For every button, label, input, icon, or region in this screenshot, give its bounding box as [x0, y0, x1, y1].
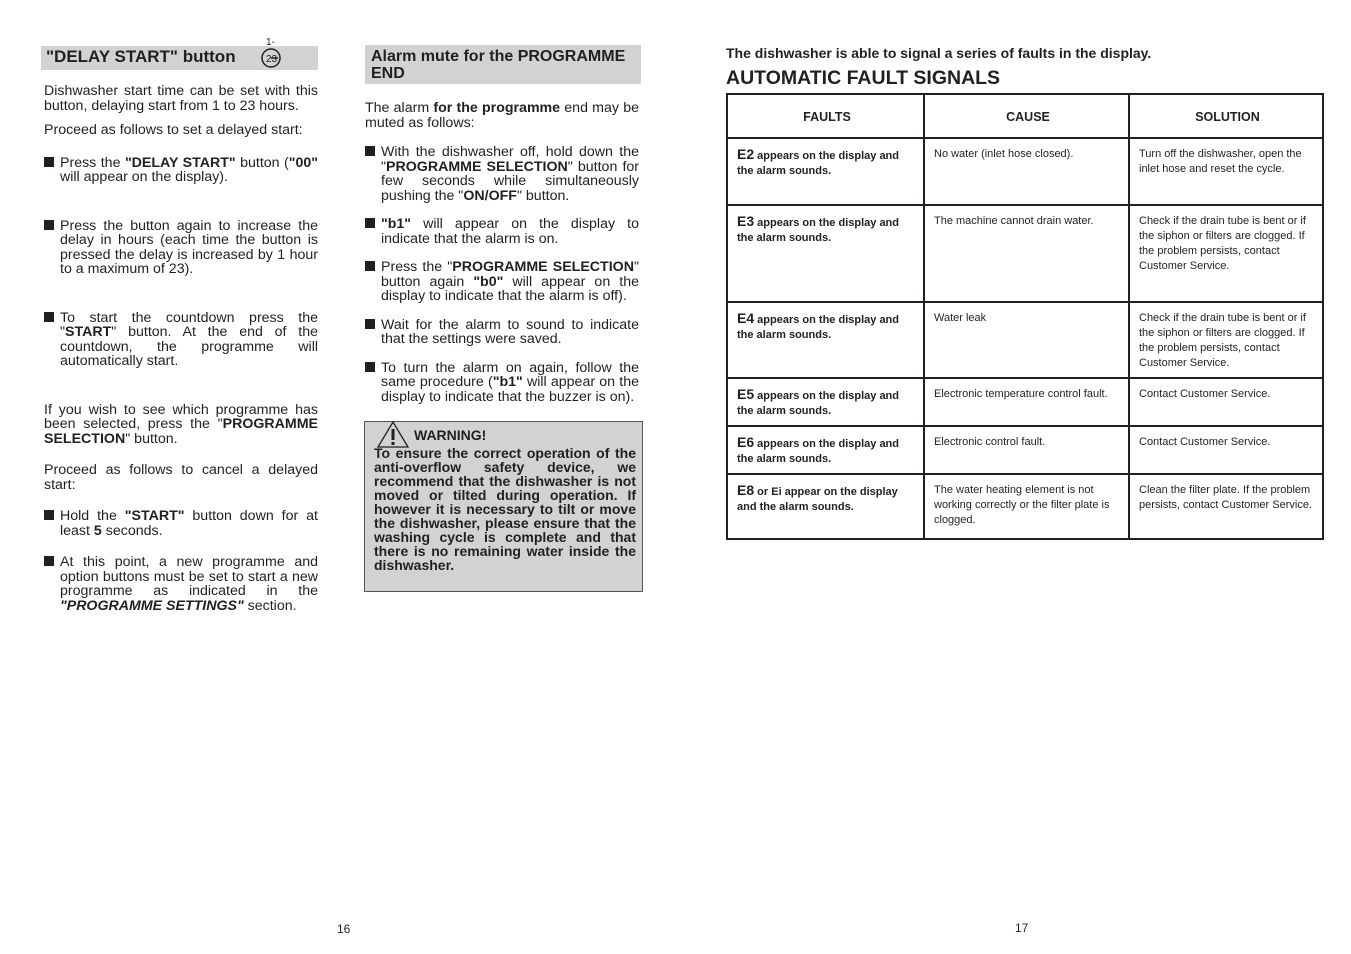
warning-text: To ensure the correct operation of the a… [374, 445, 636, 573]
bullet-paragraph: Press the button again to increase the d… [44, 217, 318, 277]
left-column: Dishwasher start time can be set with th… [44, 84, 318, 630]
manual-spread: "DELAY START" button 1-23 Dishwasher sta… [0, 0, 1351, 954]
clock-icon: 1-23 [260, 34, 284, 68]
fault-row: E8 or Ei appear on the display and the a… [726, 473, 1324, 540]
bullet-square-icon [44, 311, 54, 322]
text-run: Proceed as follows to set a delayed star… [44, 122, 303, 138]
text-run: 5 [93, 522, 102, 539]
fault-code: E3 [737, 213, 755, 229]
text-run: will appear on the display). [60, 169, 228, 185]
fault-cell: E5 appears on the display and the alarm … [726, 377, 925, 427]
bullet-square-icon [365, 361, 375, 372]
heading-text: "DELAY START" button [46, 47, 236, 66]
bullet-square-icon [365, 218, 375, 228]
text-run: section. [243, 597, 297, 614]
bullet-square-icon [44, 219, 54, 230]
solution-cell: Turn off the dishwasher, open the inlet … [1128, 137, 1324, 206]
cause-cell: Electronic control fault. [923, 425, 1130, 475]
warning-icon [376, 420, 410, 448]
text-run: Dishwasher start time can be set with th… [44, 83, 318, 114]
fault-code: E5 [737, 386, 755, 402]
fault-description: appears on the display and the alarm sou… [737, 150, 899, 177]
text-run: seconds. [101, 522, 163, 539]
bullet-square-icon [365, 261, 375, 271]
bullet-square-icon [365, 318, 375, 329]
delay-start-heading: "DELAY START" button 1-23 [41, 37, 318, 70]
text-run: At this point, a new programme and optio… [60, 554, 318, 599]
bullet-square-icon [44, 510, 54, 520]
text-run: ON/OFF [463, 187, 517, 204]
solution-cell: Check if the drain tube is bent or if th… [1128, 301, 1324, 379]
fault-description: appears on the display and the alarm sou… [737, 217, 899, 244]
bullet-paragraph: Wait for the alarm to sound to indicate … [365, 316, 639, 347]
col-header-cause: CAUSE [923, 93, 1130, 139]
fault-cell: E2 appears on the display and the alarm … [726, 137, 925, 206]
alarm-mute-heading: Alarm mute for the PROGRAMME END [365, 45, 641, 84]
text-run: button ( [235, 154, 289, 171]
cause-cell: The water heating element is not working… [923, 473, 1130, 540]
fault-table: FAULTS CAUSE SOLUTION E2 appears on the … [726, 93, 1324, 540]
fault-title: AUTOMATIC FAULT SIGNALS [726, 67, 1001, 89]
bullet-square-icon [44, 156, 54, 167]
fault-cell: E4 appears on the display and the alarm … [726, 301, 925, 379]
text-run: " button. [125, 430, 178, 447]
col-header-faults: FAULTS [726, 93, 925, 139]
middle-column: The alarm for the programme end may be m… [365, 101, 639, 418]
text-run: Wait for the alarm to sound to indicate … [381, 316, 639, 347]
fault-description: appears on the display and the alarm sou… [737, 314, 899, 341]
bullet-paragraph: Press the "DELAY START" button ("00" wil… [44, 154, 318, 185]
fault-row: E5 appears on the display and the alarm … [726, 377, 1324, 427]
text-run: "PROGRAMME SETTINGS" [60, 597, 244, 614]
bullet-paragraph: Press the "PROGRAMME SELECTION" button a… [365, 260, 639, 304]
solution-cell: Check if the drain tube is bent or if th… [1128, 204, 1324, 303]
fault-intro: The dishwasher is able to signal a serie… [726, 45, 1152, 61]
fault-row: E4 appears on the display and the alarm … [726, 301, 1324, 379]
fault-cell: E8 or Ei appear on the display and the a… [726, 473, 925, 540]
paragraph: Proceed as follows to cancel a delayed s… [44, 463, 318, 492]
paragraph: If you wish to see which programme has b… [44, 402, 318, 447]
text-run: will appear on the display to indicate t… [381, 216, 639, 247]
warning-box: WARNING! To ensure the correct operation… [364, 420, 643, 592]
cause-cell: The machine cannot drain water. [923, 204, 1130, 303]
text-run: Proceed as follows to cancel a delayed s… [44, 462, 318, 493]
bullet-paragraph: Hold the "START" button down for at leas… [44, 509, 318, 538]
bullet-paragraph: With the dishwasher off, hold down the "… [365, 145, 639, 203]
paragraph: Dishwasher start time can be set with th… [44, 84, 318, 113]
paragraph: Proceed as follows to set a delayed star… [44, 123, 318, 138]
page-number-left: 16 [337, 922, 351, 936]
fault-code: E2 [737, 146, 755, 162]
bullet-paragraph: To start the countdown press the "START"… [44, 310, 318, 369]
col-header-solution: SOLUTION [1128, 93, 1324, 139]
page-number-right: 17 [1015, 921, 1029, 935]
paragraph: The alarm for the programme end may be m… [365, 101, 639, 130]
solution-cell: Clean the filter plate. If the problem p… [1128, 473, 1324, 540]
fault-code: E4 [737, 310, 755, 326]
cause-cell: Water leak [923, 301, 1130, 379]
fault-row: E6 appears on the display and the alarm … [726, 425, 1324, 475]
bullet-square-icon [365, 146, 375, 156]
bullet-square-icon [44, 556, 54, 566]
fault-cell: E6 appears on the display and the alarm … [726, 425, 925, 475]
text-run: Press the button again to increase the d… [60, 217, 318, 277]
bullet-paragraph: At this point, a new programme and optio… [44, 555, 318, 613]
text-run: " button. [516, 187, 570, 204]
text-run: "00" [288, 154, 318, 171]
fault-code: E8 [737, 482, 755, 498]
bullet-paragraph: To turn the alarm on again, follow the s… [365, 360, 639, 405]
solution-cell: Contact Customer Service. [1128, 377, 1324, 427]
cause-cell: No water (inlet hose closed). [923, 137, 1130, 206]
fault-code: E6 [737, 434, 755, 450]
bullet-paragraph: "b1" will appear on the display to indic… [365, 217, 639, 246]
fault-row: E2 appears on the display and the alarm … [726, 137, 1324, 206]
fault-row: E3 appears on the display and the alarm … [726, 204, 1324, 303]
fault-description: appears on the display and the alarm sou… [737, 390, 899, 417]
fault-description: appears on the display and the alarm sou… [737, 438, 899, 465]
fault-description: or Ei appear on the display and the alar… [737, 486, 898, 513]
warning-title: WARNING! [414, 427, 487, 443]
cause-cell: Electronic temperature control fault. [923, 377, 1130, 427]
solution-cell: Contact Customer Service. [1128, 425, 1324, 475]
fault-cell: E3 appears on the display and the alarm … [726, 204, 925, 303]
